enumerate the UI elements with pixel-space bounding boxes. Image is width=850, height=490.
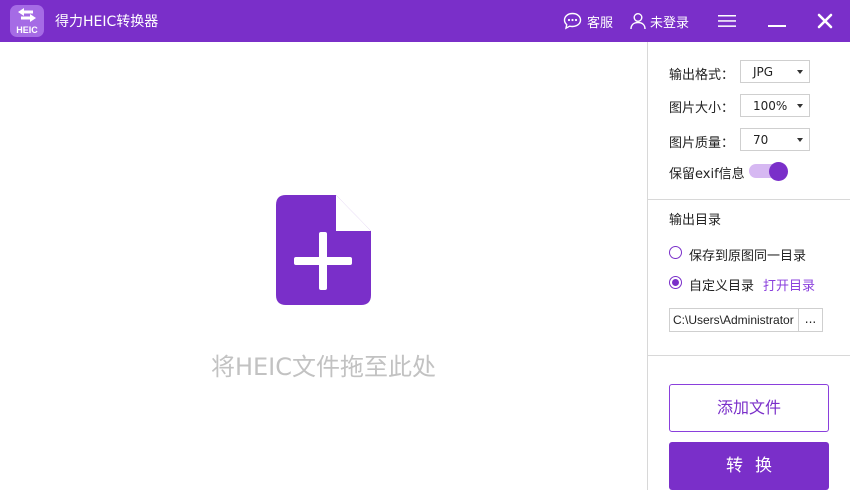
- divider: [648, 199, 850, 200]
- drop-hint-text: 将HEIC文件拖至此处: [210, 353, 437, 381]
- quality-label: 图片质量：: [669, 136, 735, 151]
- user-icon: [630, 13, 646, 30]
- browse-button[interactable]: ...: [798, 308, 823, 332]
- chevron-down-icon: [797, 70, 803, 74]
- radio-same-dir-label[interactable]: 保存到原图同一目录: [689, 245, 806, 264]
- quality-select[interactable]: 70: [740, 128, 810, 151]
- open-directory-link[interactable]: 打开目录: [763, 275, 815, 294]
- app-title: 得力HEIC转换器: [55, 14, 159, 30]
- toggle-knob: [769, 162, 788, 181]
- settings-panel: 输出格式： JPG 图片大小： 100% 图片质量： 70 保留exif信息 输…: [647, 42, 850, 490]
- radio-custom-dir-label[interactable]: 自定义目录: [689, 275, 754, 294]
- logo-text: HEIC: [16, 25, 38, 35]
- size-label: 图片大小：: [669, 101, 735, 116]
- output-path-input[interactable]: C:\Users\Administrator: [669, 308, 799, 332]
- close-button[interactable]: [817, 0, 833, 42]
- minimize-button[interactable]: [768, 0, 786, 42]
- menu-button[interactable]: [718, 0, 736, 42]
- format-label: 输出格式：: [669, 68, 735, 83]
- title-bar: HEIC 得力HEIC转换器 客服 未登录: [0, 0, 850, 42]
- chevron-down-icon: [797, 104, 803, 108]
- exif-label: 保留exif信息: [669, 167, 745, 182]
- hamburger-menu-icon: [718, 15, 736, 27]
- chevron-down-icon: [797, 138, 803, 142]
- quality-value: 70: [753, 133, 769, 147]
- add-files-button[interactable]: 添加文件: [669, 384, 829, 432]
- login-label: 未登录: [650, 15, 690, 31]
- minimize-icon: [768, 25, 786, 27]
- output-section-title: 输出目录: [669, 213, 722, 228]
- app-logo: HEIC: [10, 5, 44, 37]
- login-button[interactable]: 未登录: [629, 0, 689, 42]
- radio-same-dir[interactable]: [669, 246, 682, 259]
- chat-bubble-icon: [563, 12, 582, 30]
- add-file-icon[interactable]: [276, 195, 372, 305]
- size-value: 100%: [753, 99, 788, 113]
- size-select[interactable]: 100%: [740, 94, 810, 117]
- format-value: JPG: [753, 65, 774, 79]
- file-drop-zone[interactable]: 将HEIC文件拖至此处: [0, 42, 647, 490]
- exif-toggle[interactable]: [749, 162, 789, 181]
- support-button[interactable]: 客服: [563, 0, 613, 42]
- radio-custom-dir[interactable]: [669, 276, 682, 289]
- divider: [648, 355, 850, 356]
- format-select[interactable]: JPG: [740, 60, 810, 83]
- convert-button[interactable]: 转换: [669, 442, 829, 490]
- support-label: 客服: [587, 15, 614, 31]
- swap-arrows-icon: [18, 8, 36, 22]
- close-icon: [817, 13, 833, 29]
